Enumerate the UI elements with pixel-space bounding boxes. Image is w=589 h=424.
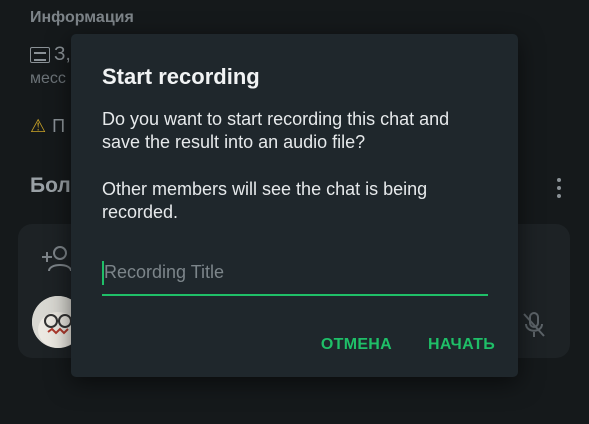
dialog-message: Do you want to start recording this chat…	[102, 109, 450, 152]
mic-off-icon[interactable]	[521, 311, 547, 339]
dialog-title: Start recording	[102, 64, 260, 89]
start-recording-dialog: Start recording Do you want to start rec…	[71, 34, 518, 377]
start-button[interactable]: НАЧАТЬ	[428, 336, 495, 354]
dialog-actions: ОТМЕНА НАЧАТЬ	[321, 336, 495, 354]
recording-title-field	[102, 254, 488, 296]
warning-icon: ⚠	[30, 116, 47, 136]
cancel-button[interactable]: ОТМЕНА	[321, 336, 392, 354]
info-row: З,	[30, 44, 71, 66]
more-vertical-icon[interactable]	[556, 178, 562, 198]
participants-heading: Бол	[30, 174, 71, 197]
info-row-subtext: месс	[30, 70, 66, 87]
text-cursor	[102, 261, 104, 285]
section-label-info: Информация	[30, 9, 134, 26]
recording-title-input[interactable]	[102, 254, 488, 294]
dialog-note: Other members will see the chat is being…	[102, 179, 428, 222]
newspaper-icon	[30, 47, 50, 63]
warning-row: ⚠ П	[30, 116, 65, 137]
add-user-icon[interactable]	[40, 244, 72, 272]
info-row-text: З,	[54, 44, 71, 65]
warning-text: П	[52, 116, 66, 136]
